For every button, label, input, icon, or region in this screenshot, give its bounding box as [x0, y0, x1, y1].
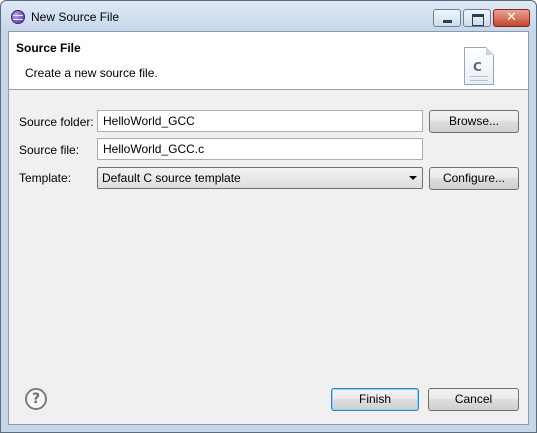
template-selected-value: Default C source template — [102, 171, 241, 185]
title-bar[interactable]: New Source File ✕ — [1, 1, 536, 31]
template-select[interactable]: Default C source template — [97, 167, 423, 189]
finish-button[interactable]: Finish — [331, 388, 419, 411]
new-source-file-dialog: New Source File ✕ Source File Create a n… — [0, 0, 537, 433]
template-label: Template: — [19, 171, 72, 185]
cancel-button[interactable]: Cancel — [428, 388, 519, 411]
configure-button[interactable]: Configure... — [429, 167, 519, 190]
c-letter: C — [473, 60, 482, 74]
window-title: New Source File — [31, 10, 120, 24]
help-icon[interactable]: ? — [25, 388, 47, 410]
source-folder-input[interactable]: HelloWorld_GCC — [97, 110, 423, 132]
maximize-button[interactable] — [463, 9, 491, 27]
c-source-file-icon: C — [464, 47, 494, 85]
source-file-label: Source file: — [19, 143, 80, 157]
browse-button[interactable]: Browse... — [429, 110, 519, 133]
dialog-body: Source File Create a new source file. C … — [8, 31, 529, 425]
wizard-title: Source File — [16, 41, 81, 55]
source-file-input[interactable]: HelloWorld_GCC.c — [97, 138, 423, 160]
eclipse-app-icon — [11, 10, 25, 24]
wizard-description: Create a new source file. — [25, 66, 158, 80]
close-icon: ✕ — [506, 10, 517, 25]
wizard-banner: Source File Create a new source file. C — [9, 32, 528, 90]
close-button[interactable]: ✕ — [493, 9, 530, 27]
minimize-button[interactable] — [433, 9, 461, 27]
chevron-down-icon — [409, 176, 417, 180]
source-folder-label: Source folder: — [19, 115, 94, 129]
